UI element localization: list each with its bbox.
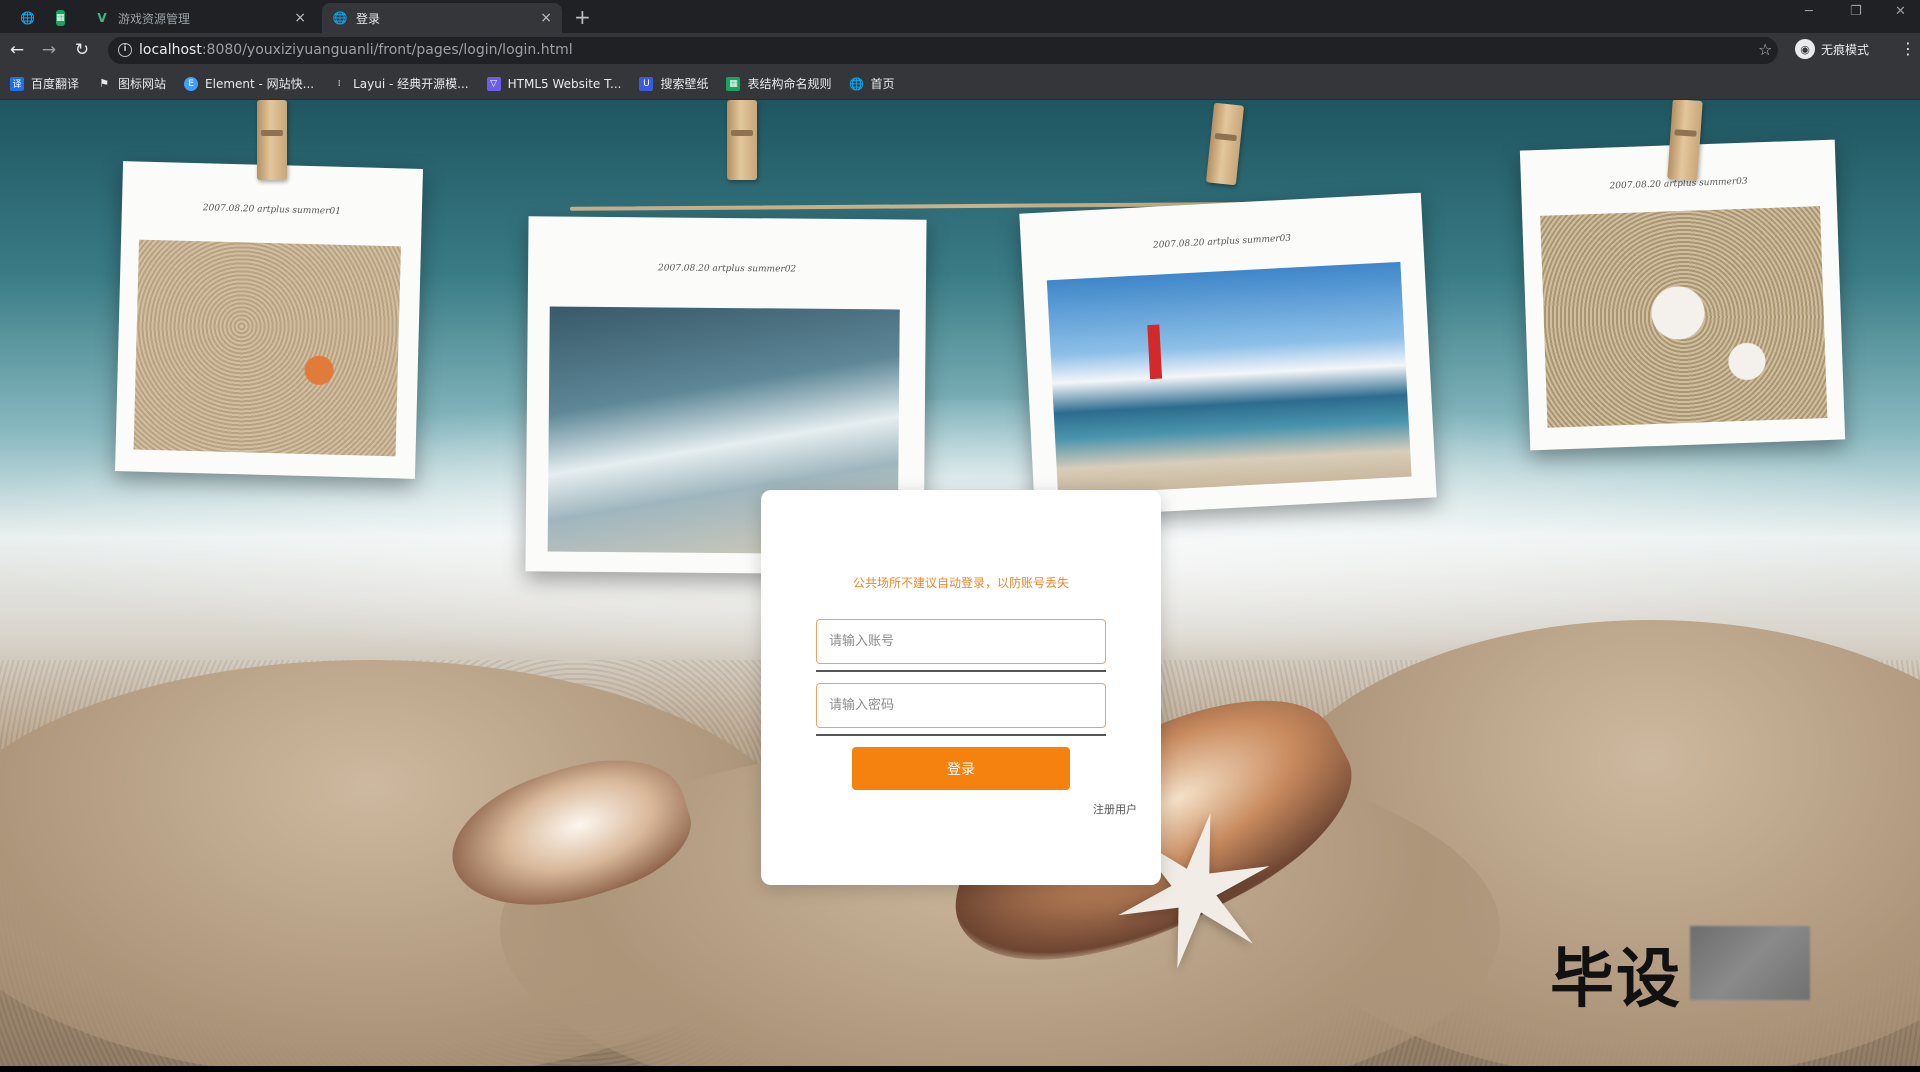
- tab-label: 游戏资源管理: [118, 11, 191, 26]
- tab-close-icon[interactable]: ×: [540, 10, 552, 26]
- layui-icon: ⁞: [337, 78, 341, 89]
- watermark-blur: [1690, 926, 1810, 1000]
- account-underline: [816, 670, 1106, 672]
- incognito-profile[interactable]: ◉ 无痕模式: [1795, 39, 1869, 59]
- photo-caption: 2007.08.20 artplus summer01: [202, 203, 342, 217]
- login-page: 2007.08.20 artplus summer01 2007.08.20 a…: [0, 100, 1920, 1072]
- close-window-icon[interactable]: ✕: [1895, 4, 1906, 19]
- polaroid-photo: 2007.08.20 artplus summer03: [1019, 192, 1437, 519]
- tab-game-resource[interactable]: V 游戏资源管理 ×: [84, 3, 316, 33]
- photo-image-lighthouse: [1046, 261, 1412, 496]
- screen-edge: [0, 1066, 1920, 1072]
- login-button[interactable]: 登录: [852, 747, 1070, 790]
- back-icon[interactable]: ←: [6, 39, 28, 61]
- watermark-text: 毕设: [1550, 943, 1682, 1017]
- photo-image-shells: [1540, 206, 1828, 428]
- bookmark-star-icon[interactable]: ☆: [1758, 40, 1772, 59]
- login-card: 公共场所不建议自动登录，以防账号丢失 登录 注册用户: [761, 490, 1161, 885]
- globe-icon: 🌐: [20, 11, 35, 25]
- baidu-translate-icon: 译: [10, 76, 24, 91]
- tab-close-icon[interactable]: ×: [294, 10, 306, 26]
- tab-login[interactable]: 🌐 登录 ×: [322, 3, 562, 33]
- bookmark-item[interactable]: ⚑ 图标网站: [97, 75, 166, 92]
- password-input[interactable]: [816, 683, 1106, 728]
- forward-icon[interactable]: →: [38, 39, 60, 61]
- bookmark-item[interactable]: 🌐 首页: [849, 75, 894, 92]
- polaroid-photo: 2007.08.20 artplus summer03: [1519, 139, 1846, 451]
- lighthouse: [1147, 324, 1163, 380]
- bookmark-item[interactable]: ▦ 表结构命名规则: [726, 75, 831, 92]
- html5-template-icon: ▽: [486, 76, 501, 91]
- vue-icon: V: [97, 11, 107, 25]
- tab-label: 登录: [356, 11, 381, 26]
- globe-icon: 🌐: [332, 11, 348, 25]
- account-input[interactable]: [816, 619, 1106, 664]
- clothespin: [727, 100, 757, 180]
- clothespin: [1205, 102, 1245, 186]
- bookmark-item[interactable]: ⁞ Layui - 经典开源模...: [332, 75, 469, 92]
- incognito-icon: ◉: [1795, 39, 1815, 59]
- globe-icon: 🌐: [849, 76, 864, 91]
- wallpaper-icon: U: [639, 76, 654, 91]
- pinned-tab-globe[interactable]: 🌐: [10, 3, 44, 33]
- green-app-icon: ▦: [56, 10, 65, 26]
- bookmark-item[interactable]: E Element - 网站快...: [184, 75, 314, 92]
- bookmark-item[interactable]: 译 百度翻译: [10, 75, 79, 92]
- address-bar[interactable]: i localhost:8080/youxiziyuanguanli/front…: [108, 37, 1778, 64]
- bookmarks-bar: 译 百度翻译 ⚑ 图标网站 E Element - 网站快... ⁞ Layui…: [0, 68, 1920, 100]
- profile-label: 无痕模式: [1821, 42, 1870, 57]
- photo-caption: 2007.08.20 artplus summer03: [1152, 233, 1292, 251]
- photo-image-starfish: [133, 239, 401, 457]
- new-tab-button[interactable]: +: [574, 5, 591, 29]
- security-notice: 公共场所不建议自动登录，以防账号丢失: [852, 576, 1069, 590]
- reload-icon[interactable]: ↻: [71, 39, 93, 61]
- restore-icon[interactable]: ❐: [1850, 4, 1862, 19]
- browser-toolbar: ← → ↻ i localhost:8080/youxiziyuanguanli…: [0, 33, 1920, 68]
- flag-icon: ⚑: [99, 77, 109, 90]
- browser-tab-bar: 🌐 ▦ V 游戏资源管理 × 🌐 登录 × + ─ ❐ ✕: [0, 0, 1920, 33]
- bookmark-item[interactable]: U 搜索壁纸: [639, 75, 708, 92]
- password-underline: [816, 734, 1106, 736]
- clothespin: [1667, 100, 1703, 181]
- register-link[interactable]: 注册用户: [1093, 801, 1137, 817]
- pinned-tab-app[interactable]: ▦: [46, 3, 80, 33]
- url-text[interactable]: localhost:8080/youxiziyuanguanli/front/p…: [139, 42, 573, 58]
- element-icon: E: [184, 76, 199, 91]
- photo-caption: 2007.08.20 artplus summer02: [657, 263, 797, 275]
- polaroid-photo: 2007.08.20 artplus summer01: [114, 161, 424, 479]
- sheet-icon: ▦: [726, 76, 741, 91]
- bookmark-item[interactable]: ▽ HTML5 Website T...: [486, 76, 621, 91]
- browser-menu-icon[interactable]: ⋮: [1900, 39, 1916, 58]
- clothespin: [257, 100, 287, 180]
- site-info-icon[interactable]: i: [118, 43, 132, 57]
- minimize-icon[interactable]: ─: [1805, 4, 1813, 19]
